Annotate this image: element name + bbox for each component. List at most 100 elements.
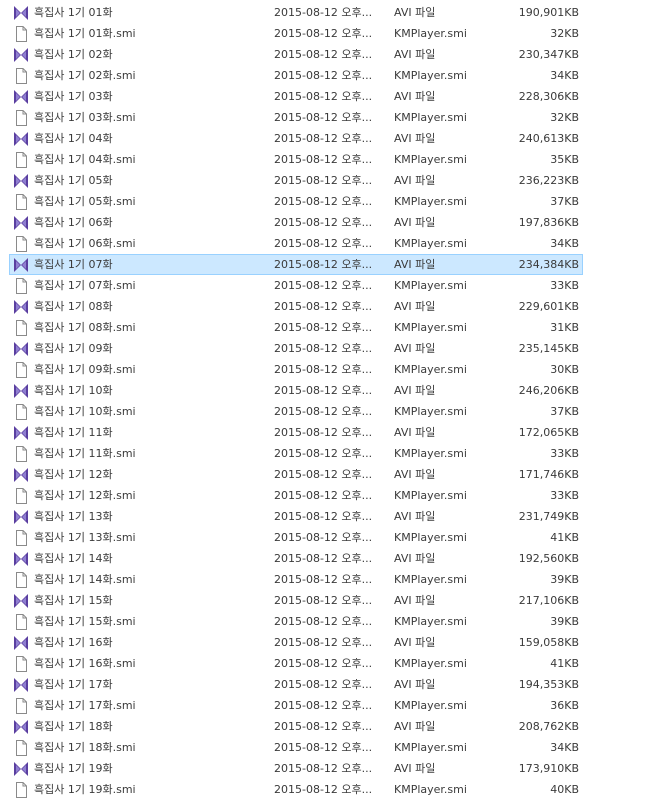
file-row[interactable]: 흑집사 1기 13화 2015-08-12 오후... AVI 파일 231,749K… (0, 506, 648, 527)
avi-video-icon (12, 296, 30, 317)
file-name: 흑집사 1기 05화.smi (34, 195, 136, 208)
file-name: 흑집사 1기 03화 (34, 90, 113, 103)
file-row[interactable]: 흑집사 1기 10화.smi 2015-08-12 오후... KMPlayer.s… (0, 401, 648, 422)
file-row[interactable]: 흑집사 1기 15화 2015-08-12 오후... AVI 파일 217,106K… (0, 590, 648, 611)
file-date-modified: 2015-08-12 오후... (274, 762, 373, 775)
avi-video-icon (12, 380, 30, 401)
file-name: 흑집사 1기 12화 (34, 468, 113, 481)
file-size: 33KB (550, 279, 579, 292)
file-size: 217,106KB (518, 594, 579, 607)
file-row[interactable]: 흑집사 1기 18화.smi 2015-08-12 오후... KMPlayer.s… (0, 737, 648, 758)
file-row[interactable]: 흑집사 1기 09화 2015-08-12 오후... AVI 파일 235,145K… (0, 338, 648, 359)
subtitle-file-icon (12, 695, 30, 716)
file-name: 흑집사 1기 01화 (34, 6, 113, 19)
subtitle-file-icon (12, 779, 30, 800)
subtitle-file-icon (12, 359, 30, 380)
file-date-modified: 2015-08-12 오후... (274, 489, 373, 502)
file-row[interactable]: 흑집사 1기 01화 2015-08-12 오후... AVI 파일 190,901K… (0, 2, 648, 23)
file-row[interactable]: 흑집사 1기 05화.smi 2015-08-12 오후... KMPlayer.s… (0, 191, 648, 212)
file-size: 231,749KB (518, 510, 579, 523)
file-row[interactable]: 흑집사 1기 16화.smi 2015-08-12 오후... KMPlayer.s… (0, 653, 648, 674)
file-name: 흑집사 1기 16화 (34, 636, 113, 649)
file-name: 흑집사 1기 11화 (34, 426, 113, 439)
file-date-modified: 2015-08-12 오후... (274, 258, 373, 271)
avi-video-icon (12, 506, 30, 527)
file-size: 190,901KB (518, 6, 579, 19)
subtitle-file-icon (12, 149, 30, 170)
file-row[interactable]: 흑집사 1기 08화 2015-08-12 오후... AVI 파일 229,601K… (0, 296, 648, 317)
avi-video-icon (12, 758, 30, 779)
file-size: 35KB (550, 153, 579, 166)
file-row[interactable]: 흑집사 1기 17화 2015-08-12 오후... AVI 파일 194,353K… (0, 674, 648, 695)
file-row-selected[interactable]: 흑집사 1기 07화 2015-08-12 오후... AVI 파일 234,384K… (0, 254, 648, 275)
file-row[interactable]: 흑집사 1기 02화 2015-08-12 오후... AVI 파일 230,347K… (0, 44, 648, 65)
file-name: 흑집사 1기 07화 (34, 258, 113, 271)
file-row[interactable]: 흑집사 1기 14화 2015-08-12 오후... AVI 파일 192,560K… (0, 548, 648, 569)
file-row[interactable]: 흑집사 1기 13화.smi 2015-08-12 오후... KMPlayer.s… (0, 527, 648, 548)
file-row[interactable]: 흑집사 1기 02화.smi 2015-08-12 오후... KMPlayer.s… (0, 65, 648, 86)
file-name: 흑집사 1기 06화 (34, 216, 113, 229)
file-name: 흑집사 1기 17화 (34, 678, 113, 691)
file-size: 39KB (550, 573, 579, 586)
file-date-modified: 2015-08-12 오후... (274, 468, 373, 481)
file-row[interactable]: 흑집사 1기 11화.smi 2015-08-12 오후... KMPlayer.s… (0, 443, 648, 464)
file-row[interactable]: 흑집사 1기 07화.smi 2015-08-12 오후... KMPlayer.s… (0, 275, 648, 296)
file-date-modified: 2015-08-12 오후... (274, 195, 373, 208)
file-date-modified: 2015-08-12 오후... (274, 48, 373, 61)
avi-video-icon (12, 44, 30, 65)
file-size: 192,560KB (518, 552, 579, 565)
subtitle-file-icon (12, 275, 30, 296)
file-size: 34KB (550, 69, 579, 82)
file-date-modified: 2015-08-12 오후... (274, 447, 373, 460)
file-row[interactable]: 흑집사 1기 03화 2015-08-12 오후... AVI 파일 228,306K… (0, 86, 648, 107)
file-row[interactable]: 흑집사 1기 03화.smi 2015-08-12 오후... KMPlayer.s… (0, 107, 648, 128)
file-date-modified: 2015-08-12 오후... (274, 678, 373, 691)
file-row[interactable]: 흑집사 1기 17화.smi 2015-08-12 오후... KMPlayer.s… (0, 695, 648, 716)
file-row[interactable]: 흑집사 1기 18화 2015-08-12 오후... AVI 파일 208,762K… (0, 716, 648, 737)
file-row[interactable]: 흑집사 1기 04화.smi 2015-08-12 오후... KMPlayer.s… (0, 149, 648, 170)
file-name: 흑집사 1기 13화.smi (34, 531, 136, 544)
file-name: 흑집사 1기 01화.smi (34, 27, 136, 40)
file-row[interactable]: 흑집사 1기 04화 2015-08-12 오후... AVI 파일 240,613K… (0, 128, 648, 149)
file-row[interactable]: 흑집사 1기 15화.smi 2015-08-12 오후... KMPlayer.s… (0, 611, 648, 632)
file-row[interactable]: 흑집사 1기 11화 2015-08-12 오후... AVI 파일 172,065K… (0, 422, 648, 443)
avi-video-icon (12, 464, 30, 485)
file-size: 39KB (550, 615, 579, 628)
file-size: 228,306KB (518, 90, 579, 103)
file-date-modified: 2015-08-12 오후... (274, 363, 373, 376)
file-row[interactable]: 흑집사 1기 06화.smi 2015-08-12 오후... KMPlayer.s… (0, 233, 648, 254)
avi-video-icon (12, 590, 30, 611)
file-date-modified: 2015-08-12 오후... (274, 699, 373, 712)
file-row[interactable]: 흑집사 1기 05화 2015-08-12 오후... AVI 파일 236,223K… (0, 170, 648, 191)
file-date-modified: 2015-08-12 오후... (274, 111, 373, 124)
file-size: 30KB (550, 363, 579, 376)
avi-video-icon (12, 422, 30, 443)
subtitle-file-icon (12, 23, 30, 44)
file-row[interactable]: 흑집사 1기 12화.smi 2015-08-12 오후... KMPlayer.s… (0, 485, 648, 506)
file-date-modified: 2015-08-12 오후... (274, 27, 373, 40)
file-date-modified: 2015-08-12 오후... (274, 720, 373, 733)
file-name: 흑집사 1기 17화.smi (34, 699, 136, 712)
file-row[interactable]: 흑집사 1기 09화.smi 2015-08-12 오후... KMPlayer.s… (0, 359, 648, 380)
file-size: 34KB (550, 741, 579, 754)
file-name: 흑집사 1기 16화.smi (34, 657, 136, 670)
file-size: 33KB (550, 489, 579, 502)
file-row[interactable]: 흑집사 1기 14화.smi 2015-08-12 오후... KMPlayer.s… (0, 569, 648, 590)
file-size: 234,384KB (518, 258, 579, 271)
subtitle-file-icon (12, 65, 30, 86)
file-size: 31KB (550, 321, 579, 334)
file-row[interactable]: 흑집사 1기 06화 2015-08-12 오후... AVI 파일 197,836K… (0, 212, 648, 233)
file-row[interactable]: 흑집사 1기 12화 2015-08-12 오후... AVI 파일 171,746K… (0, 464, 648, 485)
file-row[interactable]: 흑집사 1기 01화.smi 2015-08-12 오후... KMPlayer.s… (0, 23, 648, 44)
file-size: 37KB (550, 195, 579, 208)
file-date-modified: 2015-08-12 오후... (274, 321, 373, 334)
file-row[interactable]: 흑집사 1기 08화.smi 2015-08-12 오후... KMPlayer.s… (0, 317, 648, 338)
file-row[interactable]: 흑집사 1기 19화.smi 2015-08-12 오후... KMPlayer.s… (0, 779, 648, 800)
file-row[interactable]: 흑집사 1기 16화 2015-08-12 오후... AVI 파일 159,058K… (0, 632, 648, 653)
file-row[interactable]: 흑집사 1기 19화 2015-08-12 오후... AVI 파일 173,910K… (0, 758, 648, 779)
avi-video-icon (12, 548, 30, 569)
file-size: 194,353KB (518, 678, 579, 691)
file-row[interactable]: 흑집사 1기 10화 2015-08-12 오후... AVI 파일 246,206K… (0, 380, 648, 401)
avi-video-icon (12, 86, 30, 107)
file-name: 흑집사 1기 12화.smi (34, 489, 136, 502)
